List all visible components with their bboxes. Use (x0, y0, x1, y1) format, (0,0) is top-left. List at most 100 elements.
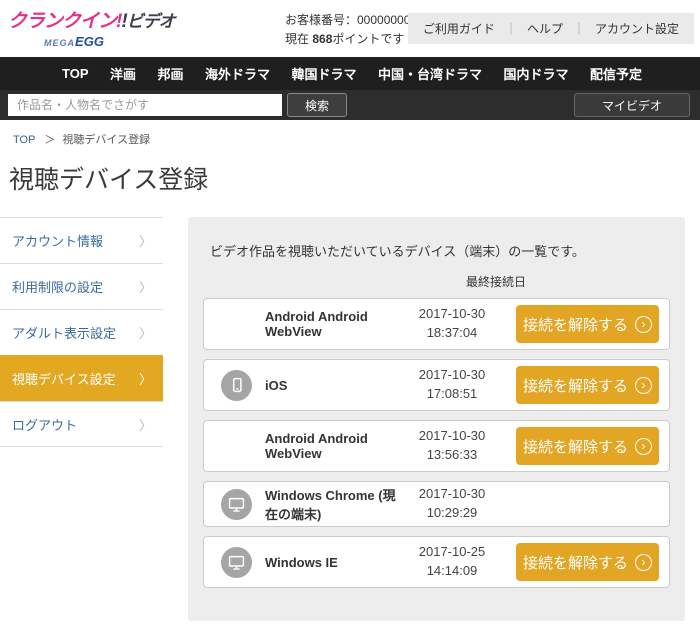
device-date: 2017-10-30 (398, 366, 506, 385)
link-usage-guide[interactable]: ご利用ガイド (423, 22, 495, 36)
disconnect-button-label: 接続を解除する (523, 552, 628, 573)
device-time: 14:14:09 (398, 562, 506, 581)
device-row: Windows IE 2017-10-25 14:14:09 接続を解除する › (203, 536, 670, 588)
points-prefix: 現在 (285, 32, 312, 46)
page-title: 視聴デバイス登録 (9, 160, 700, 196)
device-name: Android Android WebView (265, 431, 398, 461)
disconnect-button[interactable]: 接続を解除する › (516, 543, 659, 581)
sidebar-item-logout[interactable]: ログアウト 〉 (0, 401, 163, 447)
breadcrumb: TOP ＞ 視聴デバイス登録 (0, 120, 700, 147)
sidebar-item-usage-limit[interactable]: 利用制限の設定 〉 (0, 263, 163, 309)
chevron-circle-icon: › (635, 554, 652, 571)
disconnect-button-label: 接続を解除する (523, 436, 628, 457)
customer-info: お客様番号：0000000000 現在 868ポイントです (285, 11, 424, 48)
device-icon-none (221, 431, 252, 462)
logo-wordmark: クランクイン!!ビデオ (8, 6, 140, 33)
sidebar-item-label: 視聴デバイス設定 (12, 369, 116, 388)
chevron-right-icon: 〉 (139, 277, 152, 296)
device-name: iOS (265, 378, 398, 393)
device-name: Windows IE (265, 555, 398, 570)
logo-text-main: クランクイン (8, 11, 116, 32)
device-list-panel: ビデオ作品を視聴いただいているデバイス（端末）の一覧です。 最終接続日 Andr… (188, 217, 685, 621)
link-separator: ｜ (573, 22, 585, 36)
chevron-circle-icon: › (635, 438, 652, 455)
device-time: 13:56:33 (398, 446, 506, 465)
points-line: 現在 868ポイントです (285, 30, 424, 49)
sidebar-item-label: アカウント情報 (12, 231, 103, 250)
chevron-right-icon: 〉 (139, 323, 152, 342)
device-row: iOS 2017-10-30 17:08:51 接続を解除する › (203, 359, 670, 411)
points-value: 868 (312, 32, 332, 46)
device-time: 17:08:51 (398, 385, 506, 404)
brand-megaegg: MEGAEGG (8, 33, 140, 51)
device-row-current: Windows Chrome (現在の端末) 2017-10-30 10:29:… (203, 481, 670, 527)
disconnect-button-label: 接続を解除する (523, 314, 628, 335)
device-date: 2017-10-25 (398, 543, 506, 562)
breadcrumb-home[interactable]: TOP (13, 134, 35, 146)
smartphone-icon (221, 370, 252, 401)
device-name: Windows Chrome (現在の端末) (265, 485, 398, 523)
link-separator: ｜ (505, 22, 517, 36)
search-input[interactable] (8, 94, 282, 116)
main-nav: TOP 洋画 邦画 海外ドラマ 韓国ドラマ 中国・台湾ドラマ 国内ドラマ 配信予… (0, 57, 700, 90)
device-last-connected: 2017-10-30 17:08:51 (398, 366, 506, 404)
link-account-settings[interactable]: アカウント設定 (595, 22, 679, 36)
brand-mega-text: MEGA (44, 38, 75, 48)
content-area: アカウント情報 〉 利用制限の設定 〉 アダルト表示設定 〉 視聴デバイス設定 … (0, 217, 700, 633)
device-last-connected: 2017-10-30 18:37:04 (398, 305, 506, 343)
search-button[interactable]: 検索 (287, 93, 347, 117)
device-last-connected: 2017-10-30 10:29:29 (398, 485, 506, 523)
device-time: 18:37:04 (398, 324, 506, 343)
breadcrumb-current: 視聴デバイス登録 (62, 134, 150, 146)
sidebar-item-account-info[interactable]: アカウント情報 〉 (0, 217, 163, 263)
disconnect-button[interactable]: 接続を解除する › (516, 427, 659, 465)
nav-item-domestic-drama[interactable]: 国内ドラマ (503, 64, 568, 83)
logo-text-video: ビデオ (127, 12, 175, 31)
device-list-intro: ビデオ作品を視聴いただいているデバイス（端末）の一覧です。 (210, 241, 670, 260)
sidebar-item-device-settings[interactable]: 視聴デバイス設定 〉 (0, 355, 163, 401)
device-icon-none (221, 309, 252, 340)
chevron-circle-icon: › (635, 377, 652, 394)
nav-item-korean-drama[interactable]: 韓国ドラマ (291, 64, 356, 83)
monitor-icon (221, 547, 252, 578)
device-last-connected: 2017-10-25 14:14:09 (398, 543, 506, 581)
my-video-button[interactable]: マイビデオ (574, 93, 690, 117)
nav-item-western-movies[interactable]: 洋画 (110, 64, 136, 83)
monitor-icon (221, 489, 252, 520)
nav-item-overseas-drama[interactable]: 海外ドラマ (205, 64, 270, 83)
chevron-right-icon: 〉 (139, 415, 152, 434)
link-help[interactable]: ヘルプ (527, 22, 563, 36)
device-time: 10:29:29 (398, 504, 506, 523)
points-suffix: ポイントです (332, 32, 404, 46)
site-header: クランクイン!!ビデオ MEGAEGG お客様番号：0000000000 現在 … (0, 0, 700, 57)
device-row: Android Android WebView 2017-10-30 13:56… (203, 420, 670, 472)
brand-egg-text: EGG (75, 34, 104, 49)
disconnect-button[interactable]: 接続を解除する › (516, 305, 659, 343)
settings-sidebar: アカウント情報 〉 利用制限の設定 〉 アダルト表示設定 〉 視聴デバイス設定 … (0, 217, 163, 447)
sidebar-item-label: アダルト表示設定 (12, 323, 116, 342)
device-last-connected: 2017-10-30 13:56:33 (398, 427, 506, 465)
breadcrumb-separator: ＞ (44, 134, 55, 146)
customer-number: お客様番号：0000000000 (285, 11, 424, 30)
device-row: Android Android WebView 2017-10-30 18:37… (203, 298, 670, 350)
nav-item-japanese-movies[interactable]: 邦画 (157, 64, 183, 83)
nav-item-upcoming[interactable]: 配信予定 (590, 64, 642, 83)
site-logo[interactable]: クランクイン!!ビデオ MEGAEGG (8, 6, 140, 51)
search-bar: 検索 マイビデオ (0, 90, 700, 120)
device-name: Android Android WebView (265, 309, 398, 339)
sidebar-item-label: ログアウト (12, 415, 77, 434)
header-utility-links: ご利用ガイド ｜ ヘルプ ｜ アカウント設定 (408, 13, 694, 44)
chevron-right-icon: 〉 (139, 369, 152, 388)
sidebar-item-label: 利用制限の設定 (12, 277, 103, 296)
last-connected-column-header: 最終接続日 (441, 273, 551, 290)
disconnect-button[interactable]: 接続を解除する › (516, 366, 659, 404)
device-date: 2017-10-30 (398, 485, 506, 504)
sidebar-item-adult-display[interactable]: アダルト表示設定 〉 (0, 309, 163, 355)
chevron-right-icon: 〉 (139, 231, 152, 250)
nav-item-top[interactable]: TOP (62, 66, 89, 81)
device-date: 2017-10-30 (398, 305, 506, 324)
disconnect-button-label: 接続を解除する (523, 375, 628, 396)
device-date: 2017-10-30 (398, 427, 506, 446)
chevron-circle-icon: › (635, 316, 652, 333)
nav-item-china-taiwan-drama[interactable]: 中国・台湾ドラマ (378, 64, 482, 83)
